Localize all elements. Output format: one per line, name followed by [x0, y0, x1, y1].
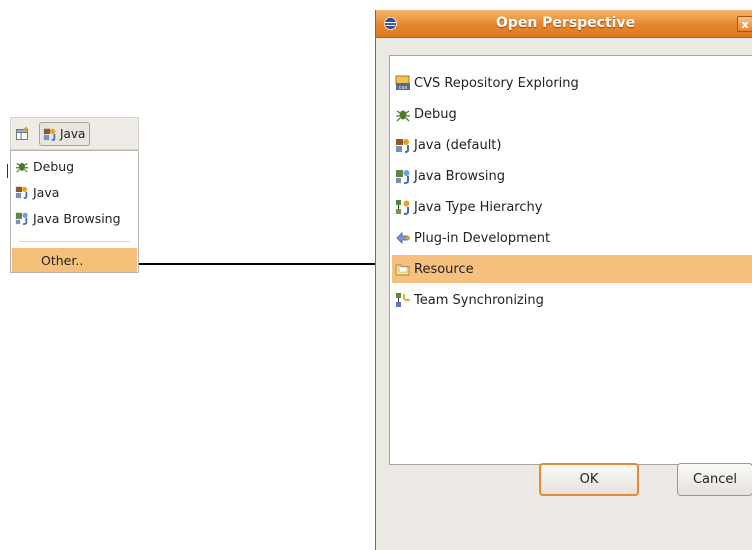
- resource-folder-icon: [395, 264, 410, 276]
- plugin-icon: [396, 232, 410, 244]
- list-item-label: Debug: [414, 106, 457, 122]
- list-item-debug[interactable]: Debug: [392, 100, 752, 128]
- debug-icon: [15, 162, 29, 173]
- list-item-label: CVS Repository Exploring: [414, 75, 579, 91]
- svg-text:cvs: cvs: [399, 85, 408, 91]
- java-browsing-icon: [396, 170, 410, 184]
- java-icon: [43, 128, 56, 141]
- debug-icon: [396, 110, 410, 122]
- menu-item-java-browsing[interactable]: Java Browsing: [15, 207, 134, 229]
- list-item-label: Java (default): [414, 137, 502, 153]
- list-item-plugin-development[interactable]: Plug-in Development: [392, 224, 752, 252]
- current-perspective-label: Java: [60, 127, 86, 141]
- list-item-label: Java Browsing: [414, 168, 506, 184]
- open-perspective-dialog: Open Perspective x cvs CVS Repository Ex…: [375, 10, 752, 550]
- close-icon: x: [741, 18, 749, 31]
- java-icon: [396, 139, 409, 153]
- menu-item-label: Java Browsing: [33, 210, 121, 226]
- ok-button[interactable]: OK: [539, 463, 639, 496]
- connector-arrow: [139, 258, 389, 270]
- type-hierarchy-icon: [396, 200, 410, 215]
- menu-item-label: Other..: [41, 252, 84, 268]
- java-perspective-toggle[interactable]: Java: [39, 122, 91, 146]
- menu-item-java[interactable]: Java: [15, 181, 134, 203]
- close-button[interactable]: x: [737, 16, 752, 32]
- cvs-icon: cvs: [395, 75, 410, 91]
- java-browsing-icon: [15, 212, 28, 225]
- menu-item-other[interactable]: Other..: [12, 248, 137, 272]
- perspective-toolbar: Java: [10, 117, 139, 150]
- perspective-list[interactable]: cvs CVS Repository Exploring Debug Java …: [389, 55, 752, 465]
- open-perspective-icon[interactable]: [15, 126, 31, 142]
- perspective-menu: Debug Java Java Browsing Other..: [10, 150, 139, 273]
- cancel-button[interactable]: Cancel: [677, 463, 752, 496]
- menu-item-label: Java: [33, 184, 60, 200]
- text-cursor: [7, 164, 8, 178]
- list-item-team-synchronizing[interactable]: Team Synchronizing: [392, 286, 752, 314]
- list-item-java-type-hierarchy[interactable]: Java Type Hierarchy: [392, 193, 752, 221]
- list-item-resource[interactable]: Resource: [392, 255, 752, 283]
- dialog-title: Open Perspective: [495, 15, 636, 31]
- menu-item-debug[interactable]: Debug: [15, 155, 134, 177]
- list-item-label: Plug-in Development: [414, 230, 551, 246]
- team-sync-icon: [396, 293, 410, 307]
- list-item-label: Resource: [414, 261, 474, 277]
- list-item-label: Team Synchronizing: [414, 292, 544, 308]
- menu-item-label: Debug: [33, 158, 75, 174]
- list-item-java-browsing[interactable]: Java Browsing: [392, 162, 752, 190]
- list-item-label: Java Type Hierarchy: [414, 199, 543, 215]
- java-icon: [15, 186, 28, 199]
- list-item-java-default[interactable]: Java (default): [392, 131, 752, 159]
- menu-separator: [19, 241, 130, 242]
- dialog-titlebar[interactable]: Open Perspective x: [376, 10, 752, 38]
- list-item-cvs[interactable]: cvs CVS Repository Exploring: [392, 69, 752, 97]
